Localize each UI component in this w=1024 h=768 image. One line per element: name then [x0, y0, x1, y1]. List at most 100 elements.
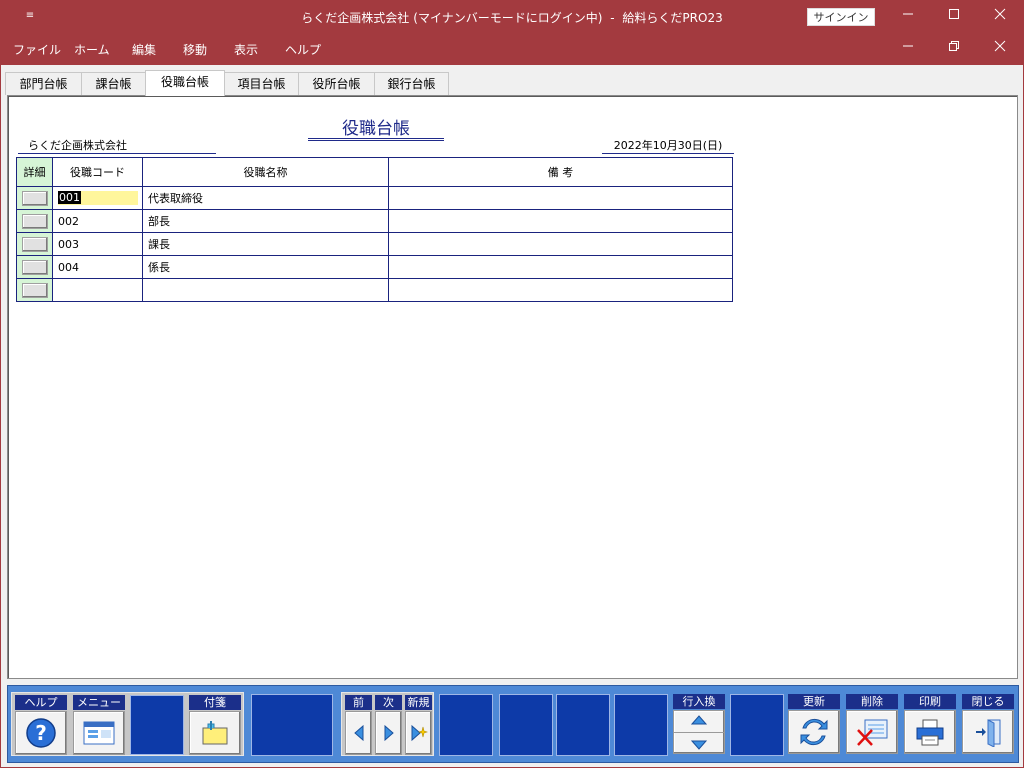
sticky-label: 付箋	[189, 695, 241, 710]
menu-move[interactable]: 移動	[183, 41, 207, 58]
code-cell[interactable]	[52, 278, 143, 302]
minimize-icon	[903, 13, 913, 15]
client-area: 部門台帳 課台帳 役職台帳 項目台帳 役所台帳 銀行台帳 役職台帳 らくだ企画株…	[1, 65, 1023, 767]
title-app: 給料らくだPRO23	[622, 11, 723, 25]
toolbar-group-nav: 前 次 新規	[341, 692, 434, 756]
header-detail: 詳細	[16, 157, 53, 187]
header-code: 役職コード	[52, 157, 143, 187]
help-button[interactable]: ヘルプ ?	[14, 695, 68, 755]
header-name: 役職名称	[142, 157, 389, 187]
print-label: 印刷	[904, 694, 956, 709]
menu-home[interactable]: ホーム	[74, 41, 110, 58]
table-row: 002 部長	[16, 209, 733, 233]
title-underline	[308, 138, 444, 139]
menu-bar: ファイル ホーム 編集 移動 表示 ヘルプ	[0, 33, 1024, 65]
maximize-button[interactable]	[931, 0, 977, 33]
close-screen-button[interactable]: 閉じる	[961, 694, 1015, 754]
name-cell[interactable]: 課長	[142, 232, 389, 256]
close-icon	[994, 40, 1006, 52]
tab-position[interactable]: 役職台帳	[145, 70, 225, 96]
detail-button[interactable]	[21, 213, 48, 229]
doc-restore-button[interactable]	[931, 33, 977, 65]
row-swap-label: 行入換	[673, 694, 725, 709]
menu-window-icon	[83, 721, 115, 745]
tab-bank[interactable]: 銀行台帳	[374, 72, 449, 95]
detail-button[interactable]	[21, 282, 48, 298]
arrow-down-icon[interactable]	[691, 740, 707, 750]
maximize-icon	[949, 9, 959, 19]
app-window: ≡ らくだ企画株式会社 (マイナンバーモードにログイン中) - 給料らくだPRO2…	[0, 0, 1024, 768]
tab-item[interactable]: 項目台帳	[224, 72, 299, 95]
next-button[interactable]: 次	[374, 695, 403, 755]
prev-label: 前	[345, 695, 372, 710]
empty-slot	[730, 694, 784, 756]
detail-button[interactable]	[21, 190, 48, 206]
title-company: らくだ企画株式会社	[301, 11, 410, 25]
row-swap-button[interactable]: 行入換	[672, 694, 726, 754]
delete-label: 削除	[846, 694, 898, 709]
empty-slot	[439, 694, 493, 756]
tab-department[interactable]: 部門台帳	[5, 72, 82, 95]
note-cell[interactable]	[388, 255, 733, 279]
note-cell[interactable]	[388, 209, 733, 233]
doc-minimize-button[interactable]	[885, 33, 931, 65]
toolbar-group-rowswap: 行入換	[671, 692, 729, 756]
table-row: 004 係長	[16, 255, 733, 279]
header-note: 備 考	[388, 157, 733, 187]
print-button[interactable]: 印刷	[903, 694, 957, 754]
restore-icon	[949, 41, 959, 51]
doc-close-button[interactable]	[977, 33, 1023, 65]
code-input-selected[interactable]: 001	[58, 191, 138, 205]
menu-view[interactable]: 表示	[234, 41, 258, 58]
menu-edit[interactable]: 編集	[132, 41, 156, 58]
name-cell[interactable]	[142, 278, 389, 302]
signin-button[interactable]: サインイン	[807, 8, 875, 26]
update-button[interactable]: 更新	[787, 694, 841, 754]
name-cell[interactable]: 部長	[142, 209, 389, 233]
detail-button[interactable]	[21, 236, 48, 252]
menu-help[interactable]: ヘルプ	[285, 41, 321, 58]
note-cell[interactable]	[388, 232, 733, 256]
position-grid: 詳細 役職コード 役職名称 備 考 001 代表取締役 002 部長 003 課…	[16, 157, 733, 302]
note-cell[interactable]	[388, 278, 733, 302]
name-cell[interactable]: 係長	[142, 255, 389, 279]
empty-slot	[556, 694, 610, 756]
update-label: 更新	[788, 694, 840, 709]
note-cell[interactable]	[388, 186, 733, 210]
detail-button[interactable]	[21, 259, 48, 275]
help-label: ヘルプ	[15, 695, 67, 710]
code-cell[interactable]: 004	[52, 255, 143, 279]
arrow-up-icon[interactable]	[691, 714, 707, 725]
prev-button[interactable]: 前	[344, 695, 373, 755]
code-cell[interactable]: 002	[52, 209, 143, 233]
delete-icon	[857, 719, 888, 746]
empty-slot	[499, 694, 553, 756]
sticky-note-button[interactable]: 付箋	[188, 695, 242, 755]
tab-office[interactable]: 役所台帳	[298, 72, 375, 95]
table-row: 001 代表取締役	[16, 186, 733, 210]
tab-section[interactable]: 課台帳	[81, 72, 146, 95]
code-cell[interactable]: 003	[52, 232, 143, 256]
triangle-right-icon	[384, 725, 394, 741]
sticky-note-icon	[202, 721, 228, 745]
function-toolbar: ヘルプ ? メニュー 付箋 前 次 新規 行入換 更新 削除 印刷 閉じる	[7, 685, 1019, 763]
new-record-button[interactable]: 新規	[404, 695, 433, 755]
code-cell[interactable]: 001	[52, 186, 143, 210]
empty-slot	[130, 695, 184, 755]
close-icon	[994, 8, 1006, 20]
name-cell[interactable]: 代表取締役	[142, 186, 389, 210]
delete-button[interactable]: 削除	[845, 694, 899, 754]
empty-slot	[251, 694, 333, 756]
close-label: 閉じる	[962, 694, 1014, 709]
menu-file[interactable]: ファイル	[13, 41, 61, 58]
report-title: 役職台帳	[308, 114, 444, 141]
minimize-button[interactable]	[885, 0, 931, 33]
close-window-button[interactable]	[977, 0, 1023, 33]
svg-text:?: ?	[35, 721, 47, 745]
divider	[674, 731, 724, 733]
empty-slot	[614, 694, 668, 756]
refresh-icon	[800, 718, 828, 746]
minimize-icon	[903, 45, 913, 47]
menu-button[interactable]: メニュー	[72, 695, 126, 755]
triangle-left-icon	[353, 725, 363, 741]
